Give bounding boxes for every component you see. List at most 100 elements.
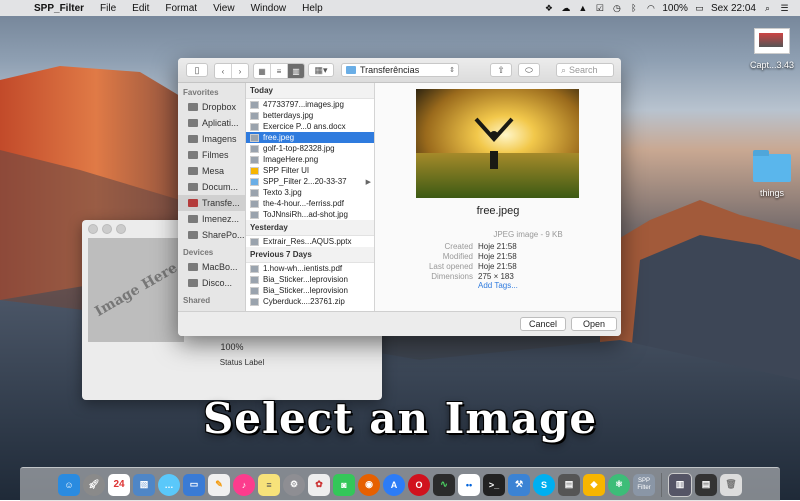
desktop-icon-things-folder[interactable]: things [742, 150, 800, 198]
file-item[interactable]: Bia_Sticker...leprovision [246, 274, 374, 285]
search-field[interactable]: ⌕ Search [556, 63, 614, 77]
file-column: Today 47733797...images.jpg betterdays.j… [246, 83, 375, 312]
tags-button[interactable]: ⬭ [518, 63, 540, 77]
sidebar-item-disk[interactable]: Disco... [178, 275, 245, 291]
bluetooth-icon[interactable]: ᛒ [628, 3, 639, 14]
open-button[interactable]: Open [571, 317, 617, 331]
sketch-icon[interactable]: ◆ [583, 473, 605, 496]
finder-icon[interactable]: ☺ [58, 473, 80, 496]
minimize-window-button[interactable] [102, 224, 112, 234]
share-button[interactable]: ⇧ [490, 63, 512, 77]
checkbox-icon[interactable]: ☑ [594, 3, 605, 14]
arrange-button[interactable]: ▦▾ [308, 63, 334, 77]
back-button[interactable]: ‹ [215, 64, 232, 78]
screenshot-stack-icon[interactable]: ▤ [695, 473, 717, 496]
sidebar-item-dropbox[interactable]: Dropbox [178, 99, 245, 115]
file-item[interactable]: Extrair_Res...AQUS.pptx [246, 236, 374, 247]
desktop-icon-screenshot[interactable]: Capt...3.43 [742, 28, 800, 70]
opera-icon[interactable]: O [408, 473, 430, 496]
messages-icon[interactable]: … [158, 473, 180, 496]
menu-format[interactable]: Format [157, 3, 205, 14]
notification-center-icon[interactable]: ☰ [779, 3, 790, 14]
menu-clock[interactable]: Sex 22:04 [711, 3, 756, 14]
sidebar-item-applications[interactable]: Aplicati... [178, 115, 245, 131]
file-item[interactable]: ToJNnsiRh...ad-shot.jpg [246, 209, 374, 220]
facetime-icon[interactable]: ◙ [333, 473, 355, 496]
firefox-icon[interactable]: ◉ [358, 473, 380, 496]
battery-icon[interactable]: ▭ [694, 3, 705, 14]
cloud-icon[interactable]: ☁ [560, 3, 571, 14]
flickr-icon[interactable]: •• [458, 473, 480, 496]
pages-icon[interactable]: ✎ [208, 473, 230, 496]
sidebar-item-home[interactable]: Imenez... [178, 211, 245, 227]
sidebar-item-movies[interactable]: Filmes [178, 147, 245, 163]
launchpad-icon[interactable]: 🚀︎ [83, 473, 105, 496]
system-preferences-icon[interactable]: ⚙ [283, 473, 305, 496]
file-item[interactable]: Exercice P...0 ans.docx [246, 121, 374, 132]
zoom-window-button[interactable] [116, 224, 126, 234]
menu-window[interactable]: Window [243, 3, 295, 14]
menu-view[interactable]: View [205, 3, 243, 14]
sidebar-item-sharepoint[interactable]: SharePo... [178, 227, 245, 243]
clock-icon[interactable]: ◷ [611, 3, 622, 14]
forward-button[interactable]: › [232, 64, 248, 78]
list-view-button[interactable]: ≡ [271, 64, 288, 78]
meta-row-dimensions: Dimensions 275 × 183 [375, 271, 621, 281]
file-item[interactable]: 47733797...images.jpg [246, 99, 374, 110]
search-icon[interactable]: ⌕ [762, 3, 773, 14]
itunes-icon[interactable]: ♪ [233, 473, 255, 496]
menu-app-name[interactable]: SPP_Filter [26, 3, 92, 14]
downloads-icon [188, 199, 198, 207]
file-item[interactable]: Texto 3.jpg [246, 187, 374, 198]
sidebar-item-pictures[interactable]: Imagens [178, 131, 245, 147]
downloads-stack-icon[interactable]: ▥ [668, 472, 692, 497]
file-item[interactable]: the-4-hour...-ferriss.pdf [246, 198, 374, 209]
file-item-selected[interactable]: free.jpeg [246, 132, 374, 143]
keynote-icon[interactable]: ▭ [183, 473, 205, 496]
battery-percent: 100% [662, 2, 688, 14]
calendar-icon[interactable]: 24 [108, 473, 130, 496]
image-well[interactable]: Image Here [88, 238, 184, 342]
sketch-file-icon [250, 166, 259, 175]
photos-icon[interactable]: ✿ [308, 473, 330, 496]
wifi-icon[interactable]: ◠ [645, 3, 656, 14]
file-item[interactable]: Bia_Sticker...leprovision [246, 285, 374, 296]
menu-file[interactable]: File [92, 3, 124, 14]
sidebar-item-desktop[interactable]: Mesa [178, 163, 245, 179]
file-item[interactable]: SPP Filter UI [246, 165, 374, 176]
sidebar-item-label: SharePo... [202, 230, 245, 240]
sidebar-item-macbook[interactable]: MacBo... [178, 259, 245, 275]
preview-file-name: free.jpeg [476, 205, 520, 217]
folder-item[interactable]: SPP_Filter 2...20-33-37 ▶ [246, 176, 374, 187]
menu-help[interactable]: Help [294, 3, 331, 14]
sidebar-section-devices: Devices [183, 248, 214, 257]
file-item[interactable]: Cyberduck....23761.zip [246, 296, 374, 307]
file-item[interactable]: betterdays.jpg [246, 110, 374, 121]
add-tags-link[interactable]: Add Tags... [375, 281, 621, 290]
file-item[interactable]: 1.how-wh...ientists.pdf [246, 263, 374, 274]
location-popup[interactable]: Transferências ⇕ [341, 63, 459, 77]
spp-filter-app-icon[interactable]: SPP Filter [633, 473, 655, 496]
sidebar-item-downloads[interactable]: Transfe... [178, 195, 245, 211]
sidebar-toggle-button[interactable]: ▯ [186, 63, 208, 77]
preview-icon[interactable]: ▧ [133, 473, 155, 496]
notes-icon[interactable]: ≡ [258, 473, 280, 496]
close-window-button[interactable] [88, 224, 98, 234]
icon-view-button[interactable]: ▦ [254, 64, 271, 78]
column-view-button[interactable]: ▥ [288, 64, 304, 78]
cancel-button[interactable]: Cancel [520, 317, 566, 331]
activity-monitor-icon[interactable]: ∿ [433, 473, 455, 496]
sidebar-item-documents[interactable]: Docum... [178, 179, 245, 195]
terminal-icon[interactable]: >_ [483, 473, 505, 496]
skype-icon[interactable]: S [533, 473, 555, 496]
dropbox-icon[interactable]: ❖ [543, 3, 554, 14]
console-icon[interactable]: ▤ [558, 473, 580, 496]
trash-icon[interactable]: 🗑︎ [720, 473, 742, 496]
app-store-icon[interactable]: A [383, 473, 405, 496]
drive-icon[interactable]: ▲ [577, 3, 588, 14]
menu-edit[interactable]: Edit [124, 3, 157, 14]
xcode-icon[interactable]: ⚒ [508, 473, 530, 496]
file-item[interactable]: golf-1-top-82328.jpg [246, 143, 374, 154]
atom-icon[interactable]: ⚛ [608, 473, 630, 496]
file-item[interactable]: ImageHere.png [246, 154, 374, 165]
